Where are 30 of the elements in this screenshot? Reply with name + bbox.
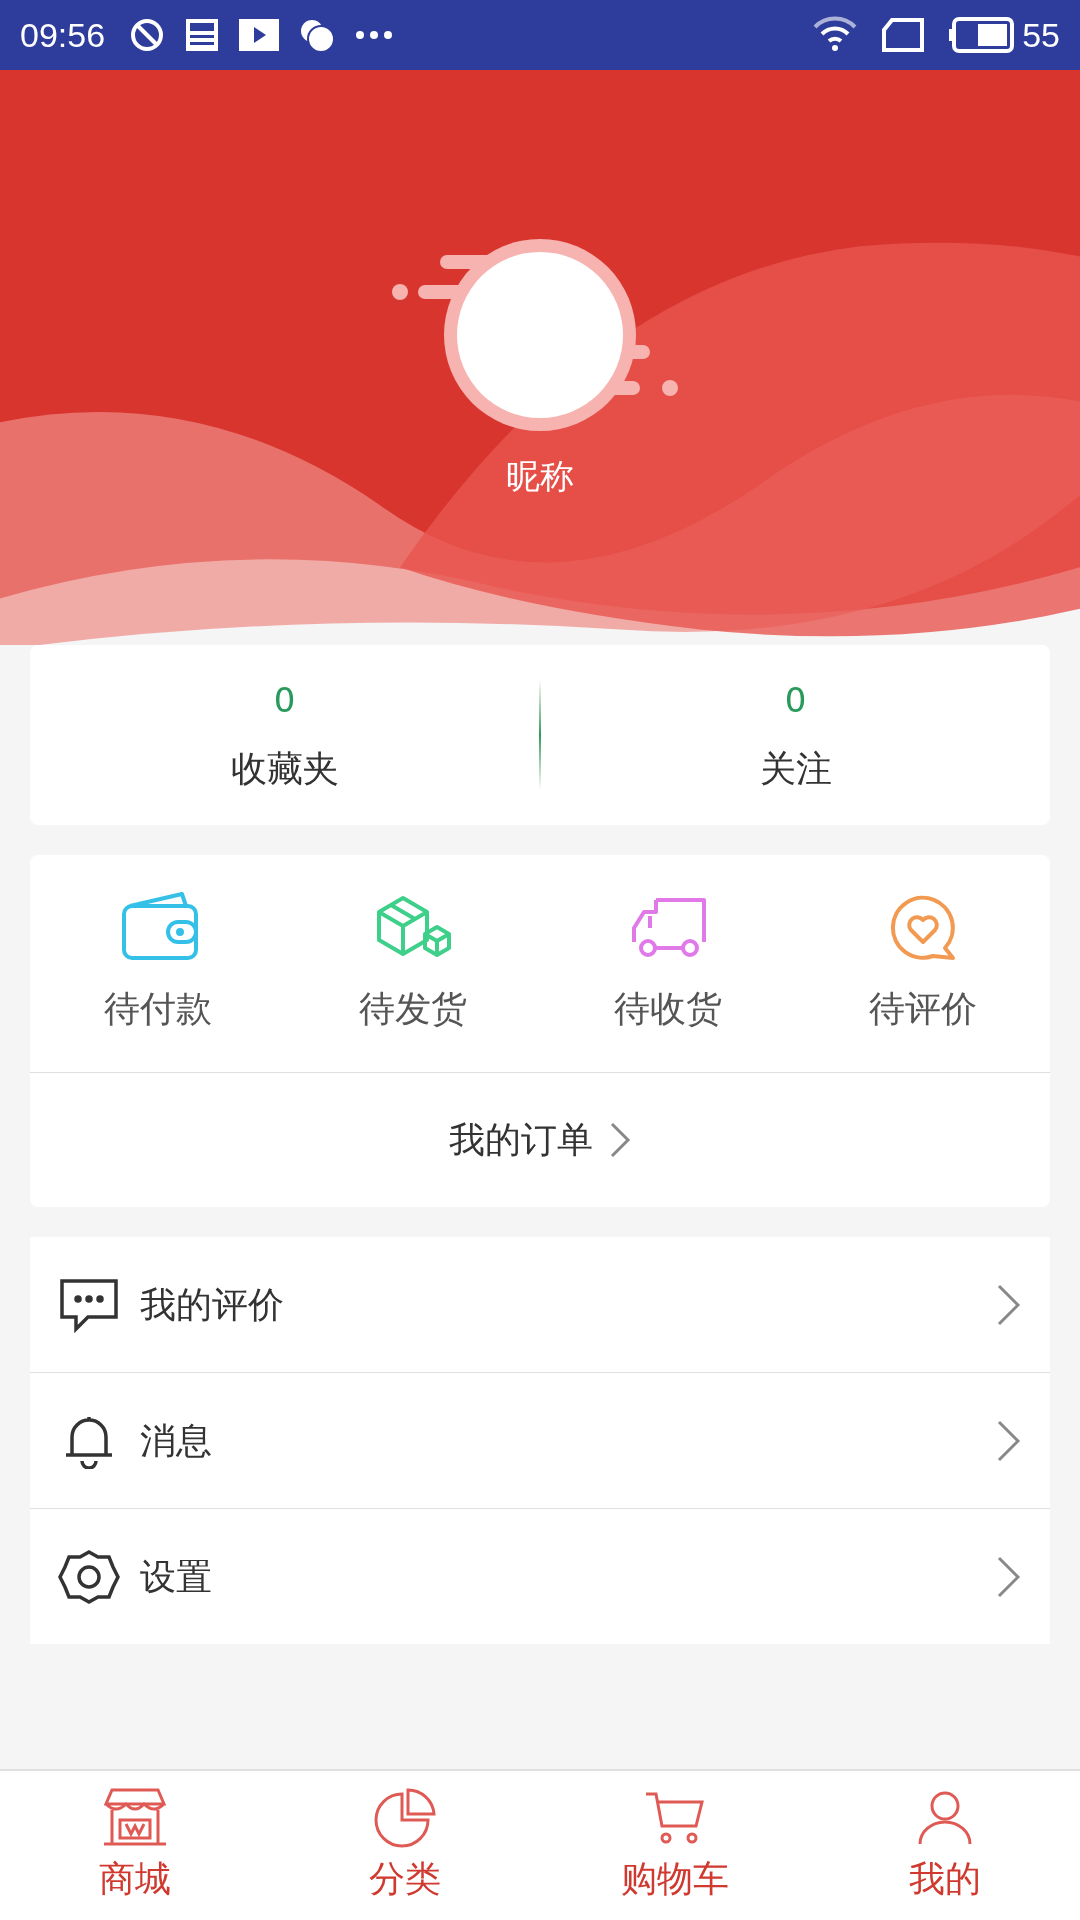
my-orders-link[interactable]: 我的订单 <box>30 1073 1050 1207</box>
order-status-item[interactable]: 待发货 <box>285 891 540 1036</box>
more-icon <box>355 30 394 40</box>
chevron-icon <box>996 1282 1022 1327</box>
newspaper-icon <box>185 18 220 52</box>
battery-level: 55 <box>1022 14 1060 56</box>
tab-item[interactable]: 购物车 <box>540 1771 810 1920</box>
gear-icon <box>58 1548 120 1605</box>
play-icon <box>239 19 280 51</box>
order-status-item[interactable]: 待评价 <box>795 891 1050 1036</box>
bubbles-icon <box>299 17 336 53</box>
tab-item[interactable]: 分类 <box>270 1771 540 1920</box>
chevron-icon <box>996 1418 1022 1463</box>
status-time: 09:56 <box>20 14 106 56</box>
order-status-item[interactable]: 待收货 <box>540 891 795 1036</box>
chevron-icon <box>609 1121 631 1159</box>
stat-item[interactable]: 0 关注 <box>541 674 1050 796</box>
battery-icon <box>948 17 1015 53</box>
tab-item[interactable]: 我的 <box>810 1771 1080 1920</box>
sim-card-icon <box>882 18 925 52</box>
chat-icon <box>58 1276 120 1333</box>
menu-item[interactable]: 设置 <box>30 1509 1050 1644</box>
tab-item[interactable]: 商城 <box>0 1771 270 1920</box>
chevron-icon <box>996 1554 1022 1599</box>
menu-item[interactable]: 我的评价 <box>30 1237 1050 1372</box>
blocked-icon <box>129 17 166 53</box>
stat-item[interactable]: 0 收藏夹 <box>30 674 539 796</box>
menu-item[interactable]: 消息 <box>30 1373 1050 1508</box>
nickname: 昵称 <box>506 455 574 498</box>
order-status-item[interactable]: 待付款 <box>30 891 285 1036</box>
